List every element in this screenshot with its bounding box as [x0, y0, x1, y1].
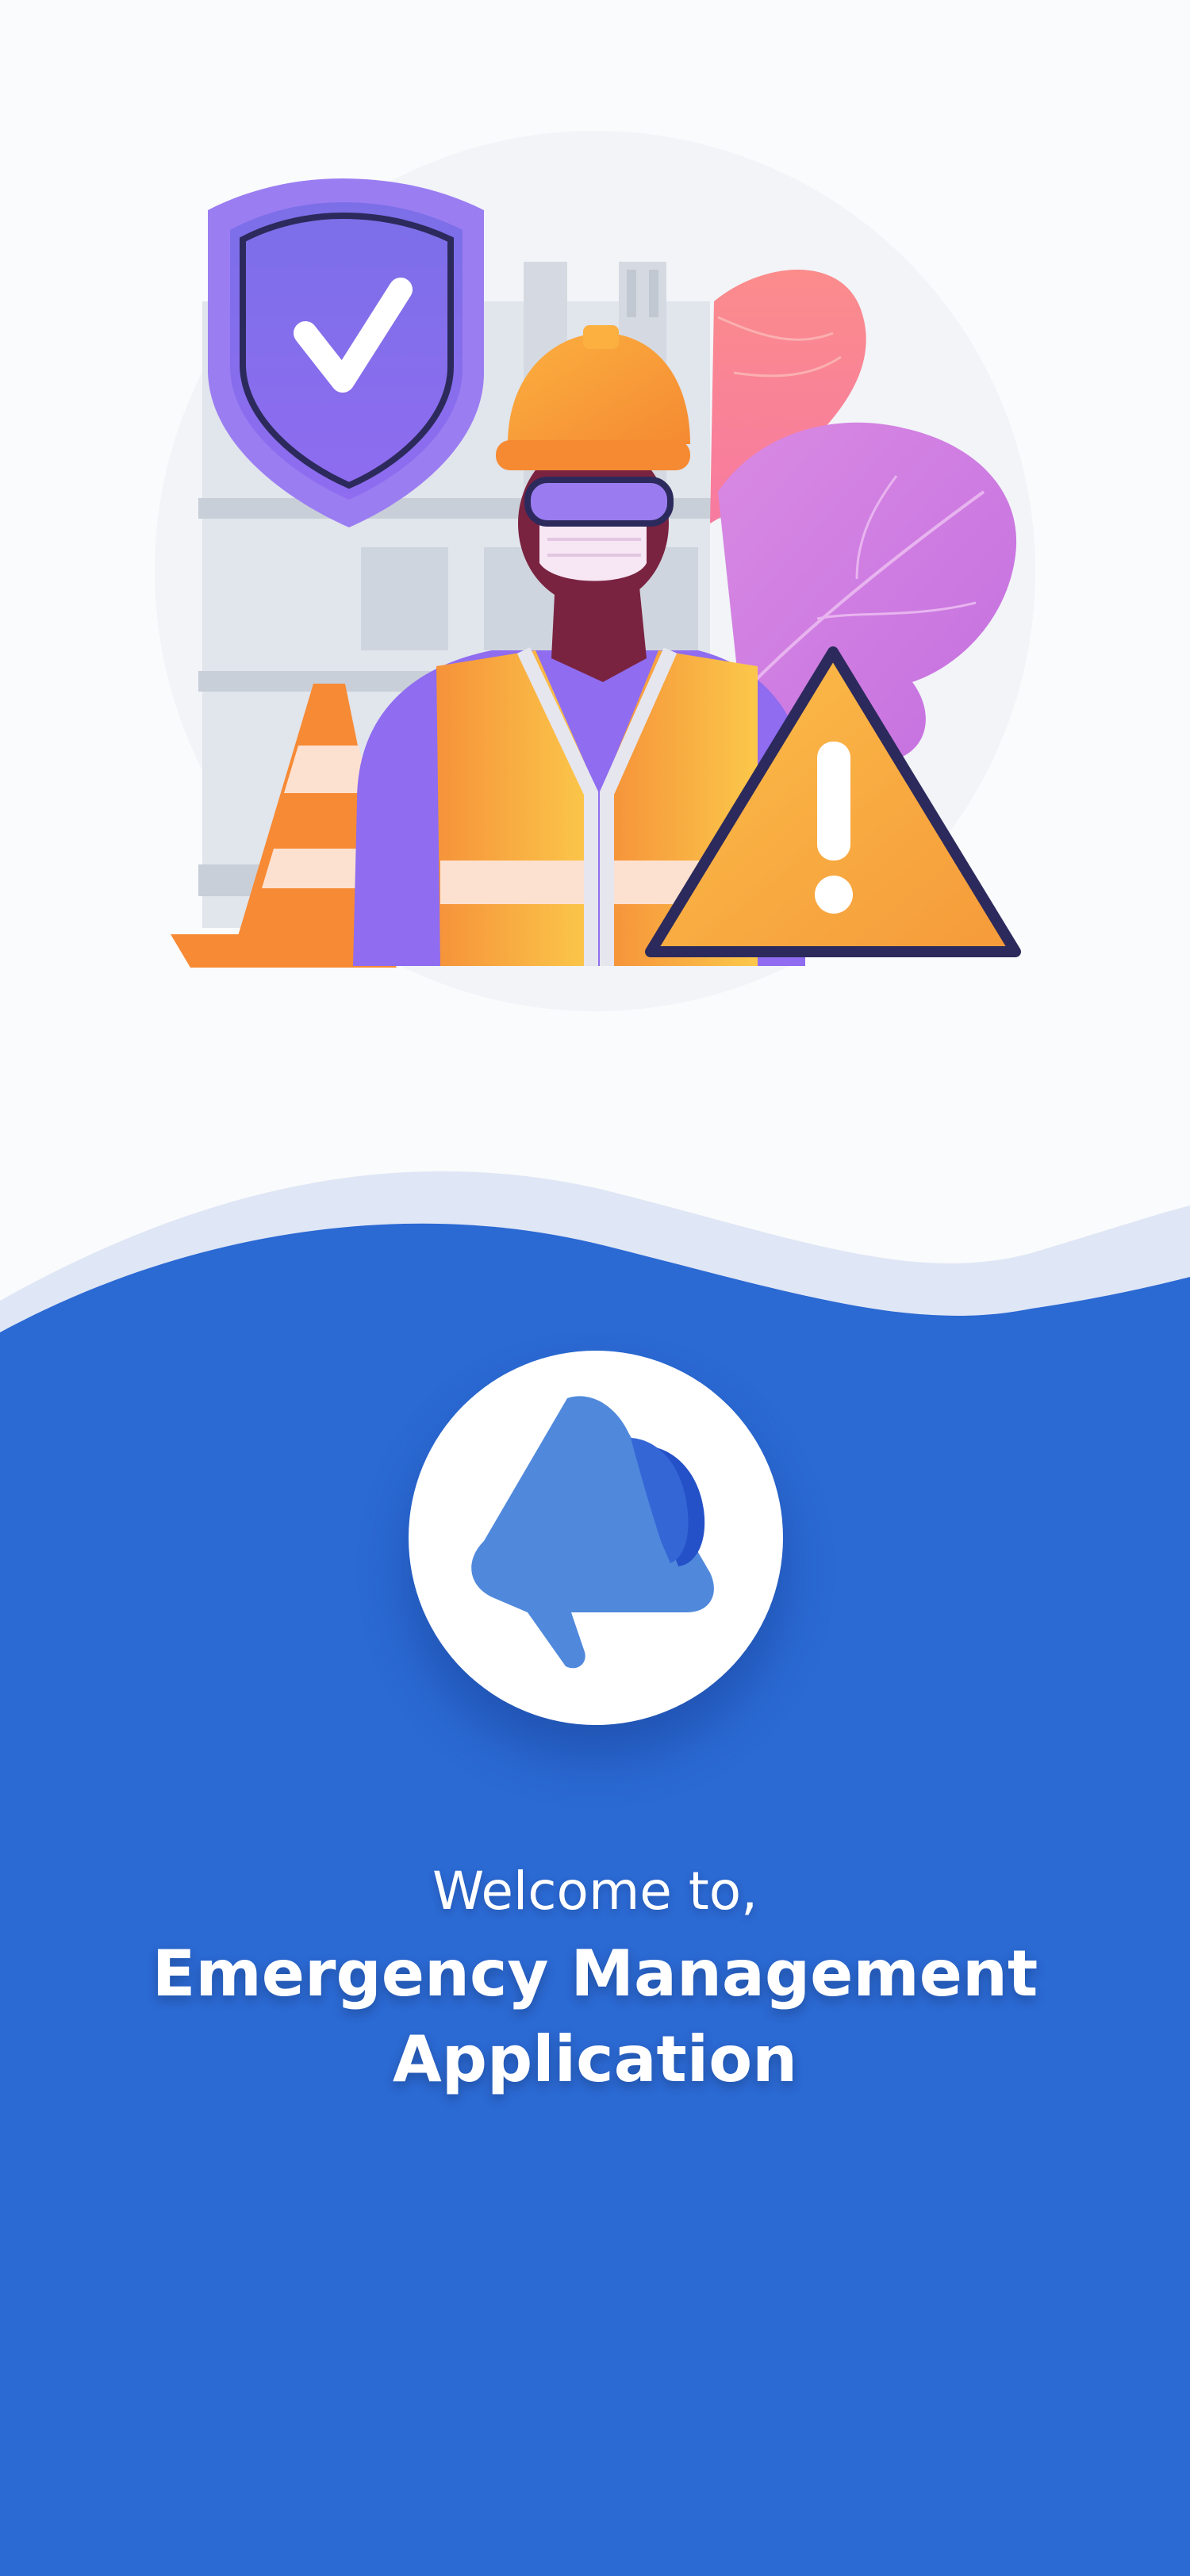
splash-screen: Welcome to, Emergency Management Applica…	[0, 0, 1190, 2576]
hero-illustration	[0, 0, 1190, 1190]
app-title-line1: Emergency Management	[152, 1937, 1038, 2011]
app-title: Emergency Management Application	[0, 1931, 1190, 2103]
app-logo	[409, 1351, 783, 1725]
app-title-line2: Application	[392, 2022, 798, 2096]
megaphone-icon	[471, 1396, 714, 1669]
welcome-greeting: Welcome to,	[432, 1861, 758, 1922]
